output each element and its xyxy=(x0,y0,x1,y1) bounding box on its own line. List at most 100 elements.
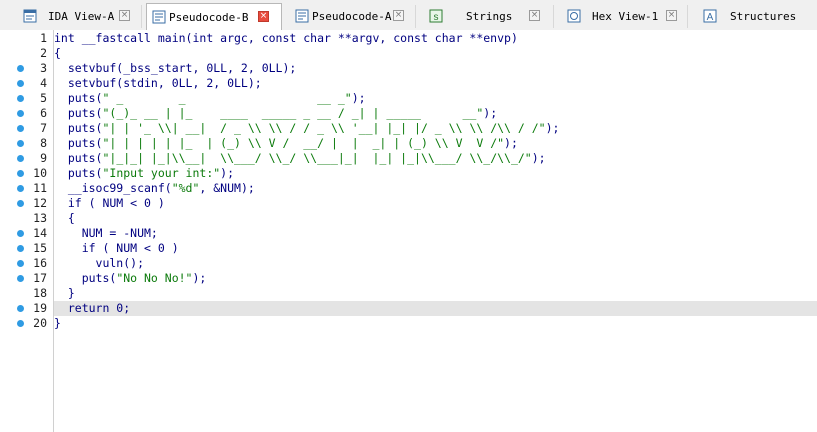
code-text: puts("| | '_ \\| __| / _ \\ \\ / / _ \\ … xyxy=(54,121,560,135)
code-line[interactable]: puts("| | | | | |_ | (_) \\ V / __/ | | … xyxy=(54,136,817,151)
gutter-line: 9 xyxy=(0,151,53,166)
tab-structures[interactable]: A Structures xyxy=(698,5,817,28)
gutter-line: 17 xyxy=(0,271,53,286)
line-number: 7 xyxy=(40,121,47,135)
line-number: 1 xyxy=(40,31,47,45)
string-literal: "Input your int:" xyxy=(102,166,221,180)
code-token: puts( xyxy=(54,121,103,135)
code-line[interactable]: int __fastcall main(int argc, const char… xyxy=(54,31,817,46)
pseudocode-editor[interactable]: int __fastcall main(int argc, const char… xyxy=(54,30,817,432)
gutter-line: 4 xyxy=(0,76,53,91)
code-text: puts("(_)_ __ | |_ ____ _____ _ __ / _| … xyxy=(54,106,497,120)
code-line[interactable]: __isoc99_scanf("%d", &NUM); xyxy=(54,181,817,196)
code-token: , &NUM); xyxy=(199,181,255,195)
close-icon[interactable]: × xyxy=(258,11,269,22)
code-text: { xyxy=(54,46,61,60)
line-number: 17 xyxy=(33,271,47,285)
line-number-gutter: 1 2 3 4 5 6 7 8 9 10 11 12 13 14 15 16 17 18 19 20 xyxy=(0,30,54,432)
ida-view-icon xyxy=(23,9,37,23)
gutter-line: 13 xyxy=(0,211,53,226)
close-icon[interactable]: × xyxy=(119,10,130,21)
code-line[interactable]: vuln(); xyxy=(54,256,817,271)
string-literal: "(_)_ __ | |_ ____ _____ _ __ / _| | ___… xyxy=(102,106,484,120)
string-literal: "| | | | | |_ | (_) \\ V / __/ | | _| | … xyxy=(102,136,505,150)
code-token: ); xyxy=(545,121,560,135)
close-icon[interactable]: × xyxy=(666,10,677,21)
tab-label: IDA View-A xyxy=(48,10,115,23)
string-literal: "No No No!" xyxy=(116,271,193,285)
hex-view-icon xyxy=(567,9,581,23)
line-number: 5 xyxy=(40,91,47,105)
close-icon[interactable]: × xyxy=(529,10,540,21)
code-text: int __fastcall main(int argc, const char… xyxy=(54,31,518,45)
tab-strings[interactable]: s Strings × xyxy=(424,5,554,28)
code-text: puts("|_|_| |_|\\__| \\___/ \\_/ \\___|_… xyxy=(54,151,546,165)
tab-label: Pseudocode-B xyxy=(169,11,249,24)
line-number: 19 xyxy=(33,301,47,315)
code-line[interactable]: setvbuf(_bss_start, 0LL, 2, 0LL); xyxy=(54,61,817,76)
code-line[interactable]: } xyxy=(54,286,817,301)
code-token: ); xyxy=(504,136,518,150)
gutter-line: 14 xyxy=(0,226,53,241)
gutter-line: 8 xyxy=(0,136,53,151)
code-text: vuln(); xyxy=(54,256,145,270)
structures-icon: A xyxy=(703,9,717,23)
code-token: ); xyxy=(192,271,207,285)
close-icon[interactable]: × xyxy=(393,10,404,21)
tab-ida-view-a[interactable]: IDA View-A × xyxy=(18,5,142,28)
code-token: puts( xyxy=(54,271,117,285)
line-number: 11 xyxy=(33,181,47,195)
code-line[interactable]: NUM = -NUM; xyxy=(54,226,817,241)
code-line[interactable]: } xyxy=(54,316,817,331)
code-line[interactable]: if ( NUM < 0 ) xyxy=(54,196,817,211)
gutter-line: 3 xyxy=(0,61,53,76)
tab-label: Structures xyxy=(730,10,797,23)
code-text: { xyxy=(54,211,75,225)
gutter-line: 19 xyxy=(0,301,53,316)
line-number: 15 xyxy=(33,241,47,255)
tab-pseudocode-b[interactable]: Pseudocode-B × xyxy=(146,3,282,30)
string-literal: "|_|_| |_|\\__| \\___/ \\_/ \\___|_| |_|… xyxy=(102,151,532,165)
code-text: puts(" _ _ __ _"); xyxy=(54,91,366,105)
line-number: 20 xyxy=(33,316,47,330)
code-line[interactable]: if ( NUM < 0 ) xyxy=(54,241,817,256)
code-text: } xyxy=(54,316,61,330)
line-number: 8 xyxy=(40,136,47,150)
gutter-line: 18 xyxy=(0,286,53,301)
code-line[interactable]: return 0; xyxy=(54,301,817,316)
code-line[interactable]: { xyxy=(54,211,817,226)
code-line[interactable]: puts("No No No!"); xyxy=(54,271,817,286)
gutter-line: 15 xyxy=(0,241,53,256)
code-token: __isoc99_scanf( xyxy=(54,181,172,195)
code-line[interactable]: { xyxy=(54,46,817,61)
gutter-line: 6 xyxy=(0,106,53,121)
code-token: puts( xyxy=(54,136,103,150)
code-text: } xyxy=(54,286,75,300)
code-text: puts("Input your int:"); xyxy=(54,166,234,180)
code-token: ); xyxy=(531,151,546,165)
tab-label: Pseudocode-A xyxy=(312,10,392,23)
svg-text:s: s xyxy=(434,12,439,23)
code-token: ); xyxy=(351,91,366,105)
code-line[interactable]: puts(" _ _ __ _"); xyxy=(54,91,817,106)
code-text: return 0; xyxy=(54,301,131,315)
code-text: puts("No No No!"); xyxy=(54,271,207,285)
code-line[interactable]: setvbuf(stdin, 0LL, 2, 0LL); xyxy=(54,76,817,91)
string-literal: "| | '_ \\| __| / _ \\ \\ / / _ \\ '__| … xyxy=(102,121,546,135)
gutter-line: 20 xyxy=(0,316,53,331)
gutter-line: 1 xyxy=(0,31,53,46)
gutter-line: 10 xyxy=(0,166,53,181)
code-line[interactable]: puts("|_|_| |_|\\__| \\___/ \\_/ \\___|_… xyxy=(54,151,817,166)
gutter-line: 12 xyxy=(0,196,53,211)
code-line[interactable]: puts("(_)_ __ | |_ ____ _____ _ __ / _| … xyxy=(54,106,817,121)
line-number: 16 xyxy=(33,256,47,270)
line-number: 12 xyxy=(33,196,47,210)
code-token: puts( xyxy=(54,106,103,120)
code-line[interactable]: puts("Input your int:"); xyxy=(54,166,817,181)
string-literal: "%d" xyxy=(171,181,200,195)
code-token: puts( xyxy=(54,166,103,180)
line-number: 3 xyxy=(40,61,47,75)
tab-hex-view-1[interactable]: Hex View-1 × xyxy=(562,5,688,28)
code-line[interactable]: puts("| | '_ \\| __| / _ \\ \\ / / _ \\ … xyxy=(54,121,817,136)
tab-pseudocode-a[interactable]: Pseudocode-A × xyxy=(290,5,416,28)
